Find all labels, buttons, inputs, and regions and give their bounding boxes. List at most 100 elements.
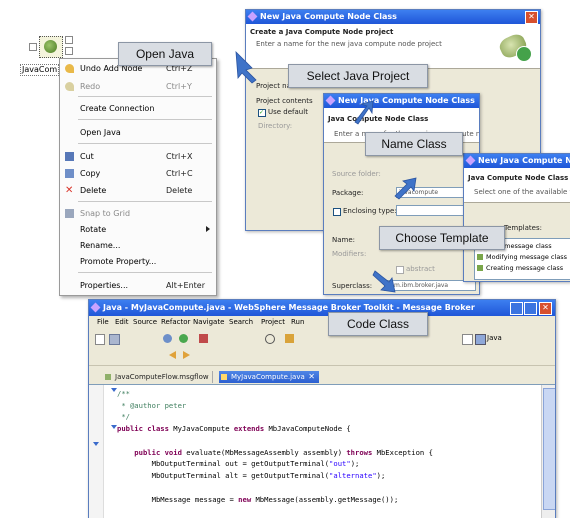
copy-icon [65, 169, 74, 178]
menu-item-rename[interactable]: Rename... [60, 239, 216, 252]
vertical-scrollbar[interactable] [541, 385, 555, 518]
menu-item-promote-property[interactable]: Promote Property... [60, 255, 216, 268]
close-tab-icon[interactable]: ✕ [308, 371, 315, 383]
menu-item-open-java[interactable]: Open Java [60, 126, 216, 139]
app-icon [465, 155, 476, 166]
step-arrow-1 [235, 50, 257, 84]
code-token: new [238, 495, 256, 504]
menu-item-label: Snap to Grid [80, 209, 131, 218]
menu-item-redo[interactable]: Redo Ctrl+Y [60, 80, 216, 93]
minimize-icon[interactable] [510, 302, 523, 315]
maximize-icon[interactable] [524, 302, 537, 315]
save-icon[interactable] [109, 334, 120, 345]
external-tools-icon[interactable] [199, 334, 208, 343]
code-token: MbOutputTerminal alt = getOutputTerminal… [117, 471, 330, 480]
menu-item-label: Redo [80, 82, 101, 91]
ide-menu-project[interactable]: Project [261, 318, 285, 326]
wizard3-heading: Java Compute Node Class [468, 174, 569, 182]
use-default-label: Use default [268, 108, 308, 116]
close-icon[interactable]: ✕ [539, 302, 552, 315]
editor-tab-label: MyJavaCompute.java [231, 373, 305, 381]
workflow-collage: JavaCom Undo Add Node Ctrl+Z Redo Ctrl+Y Cre… [0, 0, 570, 518]
directory-label: Directory: [258, 122, 293, 130]
code-line: MbMessage message = new MbMessage(assemb… [117, 495, 399, 504]
debug-icon[interactable] [163, 334, 172, 343]
menu-item-cut[interactable]: Cut Ctrl+X [60, 150, 216, 163]
wizard2-heading: Java Compute Node Class [328, 115, 429, 123]
wizard-banner: Create a Java Compute Node project Enter… [246, 24, 540, 68]
step-arrow-2 [354, 100, 374, 125]
menu-item-label: Rotate [80, 225, 107, 234]
wizard3-title: New Java Compute Node [478, 156, 570, 165]
wizard3-banner: Java Compute Node Class Select one of th… [464, 168, 570, 202]
menu-item-label: Open Java [80, 128, 121, 137]
use-default-checkbox[interactable]: ✓ [258, 109, 266, 117]
redo-icon [65, 82, 74, 91]
menu-item-create-connection[interactable]: Create Connection [60, 102, 216, 115]
editor-tab[interactable]: MyJavaCompute.java ✕ [219, 371, 319, 383]
callout-select-project: Select Java Project [288, 64, 428, 88]
code-token: MbJavaComputeNode { [268, 424, 351, 433]
fold-marker[interactable] [93, 442, 99, 446]
template-item[interactable]: Modifying message class [477, 252, 567, 262]
step-arrow-4 [372, 270, 396, 293]
code-line: public void evaluate(MbMessageAssembly a… [117, 448, 433, 457]
forward-icon[interactable] [183, 351, 190, 359]
menu-item-label: Delete [80, 186, 107, 195]
code-token: ); [350, 459, 360, 468]
java-compute-node[interactable] [27, 33, 77, 61]
open-perspective-icon[interactable] [462, 334, 473, 345]
menu-item-shortcut: Delete [166, 186, 193, 195]
ide-menu-search[interactable]: Search [229, 318, 253, 326]
ide-menu-edit[interactable]: Edit [115, 318, 129, 326]
ide-menu-refactor[interactable]: Refactor [161, 318, 190, 326]
code-token: throws [346, 448, 377, 457]
menu-item-copy[interactable]: Copy Ctrl+C [60, 167, 216, 180]
wizard-title: New Java Compute Node Class [260, 12, 397, 21]
menu-item-snap-to-grid[interactable]: Snap to Grid [60, 207, 216, 220]
perspective-java[interactable]: Java [487, 334, 502, 342]
search-icon[interactable] [265, 334, 275, 344]
menu-item-rotate[interactable]: Rotate [60, 223, 216, 236]
wizard-graphic-icon [496, 30, 532, 62]
wizard3-title-bar: New Java Compute Node [464, 154, 570, 168]
menu-item-properties[interactable]: Properties... Alt+Enter [60, 279, 216, 292]
modifiers-label: Modifiers: [332, 250, 367, 258]
ide-menu-navigate[interactable]: Navigate [193, 318, 224, 326]
cut-icon [65, 152, 74, 161]
menu-item-shortcut: Ctrl+Y [166, 82, 192, 91]
wizard2-title-bar: New Java Compute Node Class [324, 94, 479, 108]
callout-code-class: Code Class [328, 312, 428, 336]
run-icon[interactable] [179, 334, 188, 343]
menu-item-shortcut: Ctrl+X [166, 152, 193, 161]
editor-tab[interactable]: JavaComputeFlow.msgflow [103, 371, 213, 383]
wizard-choose-template: New Java Compute Node Java Compute Node … [463, 153, 570, 282]
template-item[interactable]: Creating message class [477, 263, 563, 273]
ide-menu-source[interactable]: Source [133, 318, 157, 326]
enclosing-type-label: Enclosing type: [343, 207, 397, 215]
ide-menu-file[interactable]: File [97, 318, 109, 326]
menu-item-label: Create Connection [80, 104, 155, 113]
superclass-label: Superclass: [332, 282, 373, 290]
enclosing-type-field[interactable] [396, 205, 470, 216]
undo-icon [65, 64, 74, 73]
menu-item-delete[interactable]: ✕ Delete Delete [60, 184, 216, 197]
ide-menubar: File Edit Source Refactor Navigate Search Proj… [89, 316, 555, 329]
code-token: MbMessage(assembly.getMessage()); [255, 495, 399, 504]
close-icon[interactable]: ✕ [525, 11, 538, 24]
open-type-icon[interactable] [285, 334, 294, 343]
callout-name-class: Name Class [365, 132, 463, 156]
new-icon[interactable] [95, 334, 105, 345]
ide-menu-run[interactable]: Run [291, 318, 304, 326]
enclosing-type-checkbox[interactable] [333, 208, 341, 216]
back-icon[interactable] [169, 351, 176, 359]
menu-item-shortcut: Alt+Enter [166, 281, 206, 290]
wizard-title-bar: New Java Compute Node Class ✕ [246, 10, 540, 24]
ide-toolbar: Java [89, 329, 555, 366]
code-editor[interactable]: /** * @author peter */ public class MyJav… [89, 384, 555, 518]
menu-separator [78, 143, 212, 144]
wizard3-subheading: Select one of the available templates [474, 188, 570, 196]
callout-choose-template: Choose Template [379, 226, 505, 250]
code-token: public void [117, 448, 187, 457]
code-line: /** [117, 389, 130, 398]
